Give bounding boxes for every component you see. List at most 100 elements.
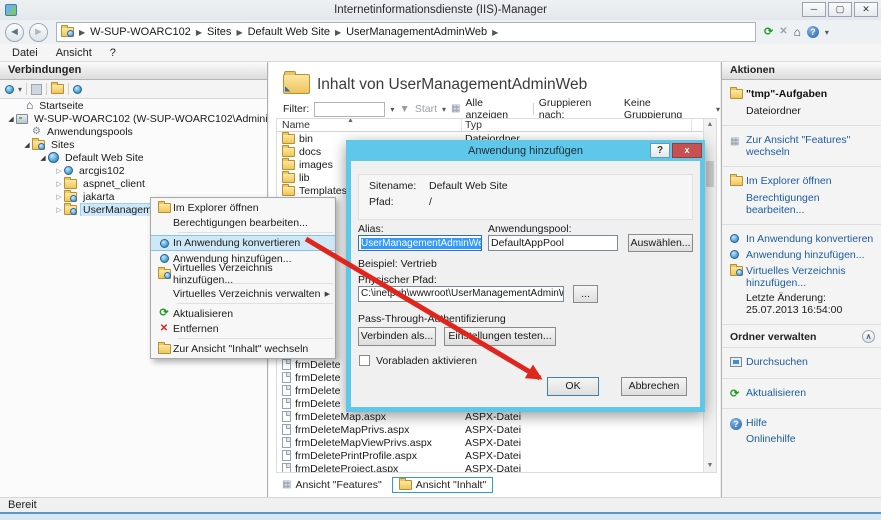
cancel-button[interactable]: Abbrechen xyxy=(621,377,687,396)
collapse-icon[interactable]: ∧ xyxy=(862,330,875,343)
menu-item-add-virtual-directory[interactable]: Virtuelles Verzeichnis hinzufügen... xyxy=(151,266,335,281)
file-type: ASPX-Datei xyxy=(465,437,521,449)
help-dropdown-icon[interactable]: ▾ xyxy=(825,28,829,37)
select-app-pool-button[interactable]: Auswählen... xyxy=(628,234,693,252)
action-online-help[interactable]: Onlinehilfe xyxy=(746,433,796,445)
help-icon[interactable]: ? xyxy=(807,26,819,38)
action-browse[interactable]: Durchsuchen xyxy=(746,356,808,368)
minimize-button[interactable]: ─ xyxy=(802,2,826,17)
connections-toolbar: ▾ xyxy=(0,80,267,99)
breadcrumb-segment[interactable]: Default Web Site xyxy=(248,26,330,38)
dialog-title: Anwendung hinzufügen xyxy=(468,145,583,157)
breadcrumb-segment[interactable]: W-SUP-WOARC102 xyxy=(90,26,191,38)
scrollbar-thumb[interactable] xyxy=(706,161,714,187)
scroll-down-icon[interactable]: ▼ xyxy=(704,460,716,472)
menu-ansicht[interactable]: Ansicht xyxy=(56,47,92,59)
action-refresh[interactable]: Aktualisieren xyxy=(746,387,806,399)
expander-collapsed-icon[interactable]: ▷ xyxy=(54,167,64,175)
list-row[interactable]: frmDeletePrintProfile.aspx ASPX-Datei xyxy=(277,449,703,462)
expander-expanded-icon[interactable]: ◢ xyxy=(6,115,16,123)
list-row[interactable]: frmDeleteMapViewPrivs.aspx ASPX-Datei xyxy=(277,436,703,449)
tree-item-startseite[interactable]: ⌂ Startseite xyxy=(0,99,267,112)
breadcrumb[interactable]: ▶ W-SUP-WOARC102 ▶ Sites ▶ Default Web S… xyxy=(56,22,756,42)
disconnect-icon[interactable] xyxy=(73,85,82,94)
last-change-label: Letzte Änderung: 25.07.2013 16:54:00 xyxy=(746,292,875,316)
breadcrumb-segment[interactable]: Sites xyxy=(207,26,231,38)
filter-dropdown-icon[interactable]: ▾ xyxy=(390,105,394,114)
file-name: frmDeletePrintProfile.aspx xyxy=(295,450,417,462)
create-connection-dropdown-icon[interactable]: ▾ xyxy=(18,85,22,94)
scroll-up-icon[interactable]: ▲ xyxy=(704,119,716,131)
breadcrumb-segment[interactable]: UserManagementAdminWeb xyxy=(346,26,487,38)
expander-collapsed-icon[interactable]: ▷ xyxy=(54,206,64,214)
tree-item-default-web-site[interactable]: ◢ Default Web Site xyxy=(0,151,267,164)
physical-path-input[interactable]: C:\inetpub\wwwroot\UserManagementAdminWe… xyxy=(358,286,564,302)
file-icon xyxy=(282,450,291,461)
add-app-icon xyxy=(160,254,169,263)
browse-path-button[interactable]: ... xyxy=(573,285,598,303)
file-type: ASPX-Datei xyxy=(465,450,521,462)
filter-input[interactable] xyxy=(314,102,385,117)
tree-item-aspnet-client[interactable]: ▷ aspnet_client xyxy=(0,177,267,190)
forward-button[interactable]: ► xyxy=(29,23,48,42)
tab-ansicht-features[interactable]: ▦ Ansicht "Features" xyxy=(276,478,388,492)
menu-item-refresh[interactable]: ⟳ Aktualisieren xyxy=(151,306,335,321)
iis-manager-window: Internetinformationsdienste (IIS)-Manage… xyxy=(0,0,881,520)
tree-item-anwendungspools[interactable]: ⚙ Anwendungspools xyxy=(0,125,267,138)
expander-expanded-icon[interactable]: ◢ xyxy=(38,154,48,162)
menu-help[interactable]: ? xyxy=(110,47,116,59)
menu-item-remove[interactable]: ✕ Entfernen xyxy=(151,321,335,336)
create-connection-icon[interactable] xyxy=(5,85,14,94)
file-name: frmDelete xyxy=(295,385,341,397)
test-settings-button[interactable]: Einstellungen testen... xyxy=(444,327,556,346)
action-open-explorer[interactable]: Im Explorer öffnen xyxy=(746,175,832,187)
tree-label: Default Web Site xyxy=(62,152,147,164)
preload-checkbox[interactable] xyxy=(359,355,370,366)
action-help[interactable]: Hilfe xyxy=(746,417,767,429)
up-folder-icon[interactable] xyxy=(51,84,64,94)
dialog-help-button[interactable]: ? xyxy=(650,143,670,158)
alias-label: Alias: xyxy=(358,223,384,235)
expander-expanded-icon[interactable]: ◢ xyxy=(22,141,32,149)
action-convert-to-application[interactable]: In Anwendung konvertieren xyxy=(746,233,873,245)
file-type: ASPX-Datei xyxy=(465,463,521,474)
manage-folder-section[interactable]: Ordner verwalten ∧ xyxy=(722,325,881,348)
show-all-icon[interactable]: ▦ xyxy=(451,104,460,114)
app-pool-input[interactable]: DefaultAppPool xyxy=(488,235,618,251)
site-info-box: Sitename: Default Web Site Pfad: / xyxy=(358,174,693,220)
file-name: frmDeleteMap.aspx xyxy=(295,411,386,423)
list-row[interactable]: frmDeleteMapPrivs.aspx ASPX-Datei xyxy=(277,423,703,436)
connect-as-button[interactable]: Verbinden als... xyxy=(358,327,436,346)
menu-item-edit-permissions[interactable]: Berechtigungen bearbeiten... xyxy=(151,215,335,230)
tree-item-server[interactable]: ◢ W-SUP-WOARC102 (W-SUP-WOARC102\Adminis… xyxy=(0,112,267,125)
tab-ansicht-inhalt[interactable]: Ansicht "Inhalt" xyxy=(392,477,494,493)
dialog-close-button[interactable]: x xyxy=(672,143,702,158)
action-edit-permissions[interactable]: Berechtigungen bearbeiten... xyxy=(746,192,875,216)
ok-button[interactable]: OK xyxy=(547,377,599,396)
maximize-button[interactable]: ▢ xyxy=(828,2,852,17)
close-button[interactable]: ✕ xyxy=(854,2,878,17)
menu-item-switch-content-view[interactable]: Zur Ansicht "Inhalt" wechseln xyxy=(151,341,335,356)
menu-item-convert-to-application[interactable]: In Anwendung konvertieren xyxy=(151,235,335,251)
action-add-application[interactable]: Anwendung hinzufügen... xyxy=(746,249,865,261)
expander-collapsed-icon[interactable]: ▷ xyxy=(54,193,64,201)
menu-item-manage-virtual-directory[interactable]: Virtuelles Verzeichnis verwalten ▶ xyxy=(151,286,335,301)
tree-item-arcgis102[interactable]: ▷ arcgis102 xyxy=(0,164,267,177)
path-value: / xyxy=(429,196,432,208)
list-row[interactable]: frmDeleteProject.aspx ASPX-Datei xyxy=(277,462,703,473)
expander-collapsed-icon[interactable]: ▷ xyxy=(54,180,64,188)
features-view-icon: ▦ xyxy=(730,137,739,147)
column-name[interactable]: Name xyxy=(282,119,310,131)
menu-datei[interactable]: Datei xyxy=(12,47,38,59)
back-button[interactable]: ◄ xyxy=(5,23,24,42)
action-add-virtual-directory[interactable]: Virtuelles Verzeichnis hinzufügen... xyxy=(746,265,875,289)
home-icon[interactable]: ⌂ xyxy=(794,27,801,38)
restart-icon[interactable]: ⟳ xyxy=(764,27,773,38)
action-switch-features-view[interactable]: Zur Ansicht "Features" wechseln xyxy=(746,134,875,158)
column-type[interactable]: Typ xyxy=(465,119,482,131)
tree-item-sites[interactable]: ◢ Sites xyxy=(0,138,267,151)
group-by-dropdown-icon[interactable]: ▾ xyxy=(716,105,720,114)
alias-input[interactable]: UserManagementAdminWeb xyxy=(358,235,482,251)
menu-item-open-explorer[interactable]: Im Explorer öffnen xyxy=(151,200,335,215)
view-tabs: ▦ Ansicht "Features" Ansicht "Inhalt" xyxy=(276,476,493,494)
